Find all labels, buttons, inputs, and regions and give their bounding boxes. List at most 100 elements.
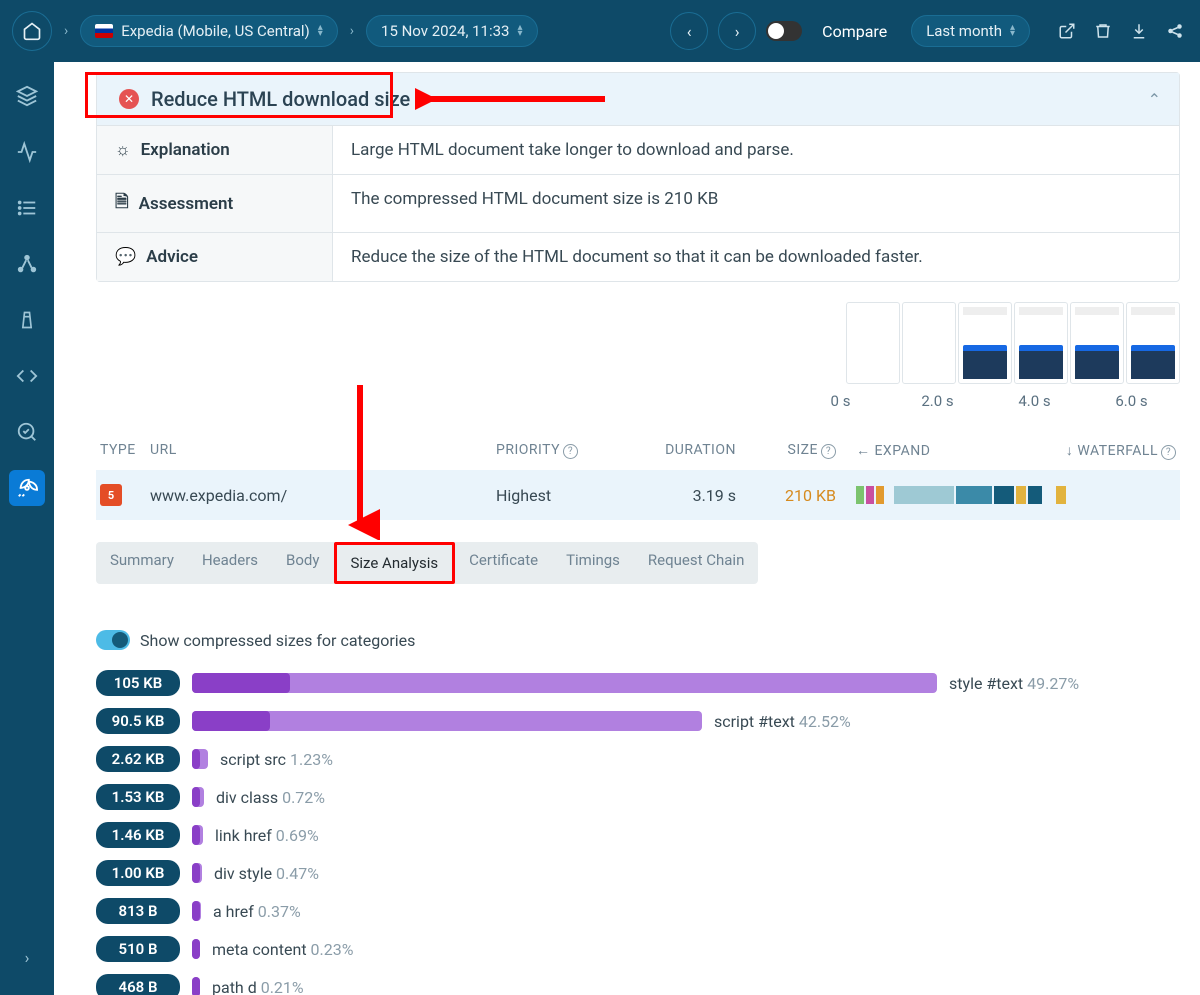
- tab-body[interactable]: Body: [272, 542, 333, 584]
- size-bar: [192, 787, 204, 807]
- request-priority: Highest: [496, 486, 616, 505]
- filmstrip-frame[interactable]: [1126, 302, 1180, 384]
- size-value: 2.62 KB: [96, 746, 180, 772]
- compressed-sizes-label: Show compressed sizes for categories: [140, 631, 415, 650]
- tab-size-analysis[interactable]: Size Analysis: [334, 542, 456, 584]
- filmstrip-frame[interactable]: [902, 302, 956, 384]
- audit-title: Reduce HTML download size: [151, 87, 410, 111]
- size-bar: [192, 749, 208, 769]
- sidebar: ›: [0, 62, 54, 995]
- nav-network[interactable]: [9, 246, 45, 282]
- filmstrip: [96, 302, 1180, 384]
- nav-vitals[interactable]: [9, 134, 45, 170]
- tab-headers[interactable]: Headers: [188, 542, 272, 584]
- request-url: www.expedia.com/: [150, 486, 496, 505]
- period-selector[interactable]: Last month ▴▾: [911, 15, 1030, 47]
- expand-button[interactable]: ← EXPAND: [856, 442, 930, 460]
- size-row: 1.46 KBlink href 0.69%: [96, 822, 1180, 848]
- size-bar: [192, 977, 200, 995]
- breadcrumb-chevron: ›: [62, 23, 70, 39]
- filmstrip-frame[interactable]: [1070, 302, 1124, 384]
- size-row: 1.00 KB div style 0.47%: [96, 860, 1180, 886]
- share-icon: [1166, 22, 1184, 40]
- share-button[interactable]: [1162, 18, 1188, 44]
- clipboard-icon: 🗎: [115, 189, 129, 218]
- size-category: a href 0.37%: [213, 902, 301, 921]
- size-bar: [192, 901, 201, 921]
- tab-summary[interactable]: Summary: [96, 542, 188, 584]
- rocket-icon: [16, 477, 38, 499]
- home-icon: [22, 21, 42, 41]
- compare-label: Compare: [822, 22, 887, 41]
- size-analysis-chart: 105 KBstyle #text 49.27%90.5 KBscript #t…: [96, 670, 1180, 995]
- explanation-value: Large HTML document take longer to downl…: [332, 126, 1179, 174]
- period-label: Last month: [926, 22, 1002, 40]
- prev-button[interactable]: ‹: [670, 12, 708, 50]
- sidebar-collapse[interactable]: ›: [9, 939, 45, 975]
- filmstrip-frame[interactable]: [958, 302, 1012, 384]
- size-category: div style 0.47%: [214, 864, 319, 883]
- home-button[interactable]: [12, 11, 52, 51]
- row-explanation: ☼Explanation Large HTML document take lo…: [97, 126, 1179, 175]
- col-url: URL: [150, 442, 496, 460]
- size-bar: [192, 673, 937, 693]
- filmstrip-frame[interactable]: [1014, 302, 1068, 384]
- help-icon[interactable]: ?: [821, 444, 836, 459]
- size-category: div class 0.72%: [216, 788, 325, 807]
- audit-header[interactable]: ✕ Reduce HTML download size ⌃: [97, 73, 1179, 125]
- nav-optimize[interactable]: [9, 470, 45, 506]
- size-category: style #text 49.27%: [949, 674, 1079, 693]
- tab-timings[interactable]: Timings: [552, 542, 634, 584]
- nav-list[interactable]: [9, 190, 45, 226]
- lightbulb-icon: ☼: [115, 140, 131, 160]
- compressed-sizes-toggle[interactable]: [96, 630, 130, 650]
- filmstrip-frame[interactable]: [846, 302, 900, 384]
- size-value: 1.53 KB: [96, 784, 180, 810]
- size-category: meta content 0.23%: [212, 940, 353, 959]
- timestamp-selector[interactable]: 15 Nov 2024, 11:33 ▴▾: [366, 15, 538, 47]
- size-value: 1.00 KB: [96, 860, 180, 886]
- tab-request-chain[interactable]: Request Chain: [634, 542, 758, 584]
- request-row[interactable]: 5 www.expedia.com/ Highest 3.19 s 210 KB: [96, 470, 1180, 520]
- open-external-button[interactable]: [1054, 18, 1080, 44]
- help-icon[interactable]: ?: [563, 444, 578, 459]
- list-icon: [16, 197, 38, 219]
- assessment-value: The compressed HTML document size is 210…: [332, 175, 1179, 232]
- col-duration: DURATION: [616, 442, 736, 460]
- audit-detail-table: ☼Explanation Large HTML document take lo…: [97, 125, 1179, 281]
- delete-button[interactable]: [1090, 18, 1116, 44]
- nav-search[interactable]: [9, 414, 45, 450]
- updown-icon: ▴▾: [517, 25, 522, 37]
- audit-panel: ✕ Reduce HTML download size ⌃ ☼Explanati…: [96, 72, 1180, 282]
- tab-certificate[interactable]: Certificate: [455, 542, 552, 584]
- size-row: 510 B meta content 0.23%: [96, 936, 1180, 962]
- request-duration: 3.19 s: [616, 486, 736, 505]
- compare-toggle[interactable]: [766, 21, 802, 41]
- help-icon[interactable]: ?: [1161, 445, 1176, 460]
- nav-code[interactable]: [9, 358, 45, 394]
- size-row: 1.53 KB div class 0.72%: [96, 784, 1180, 810]
- size-bar: [192, 863, 202, 883]
- chevron-right-icon: ›: [25, 948, 30, 967]
- chevron-up-icon: ⌃: [1148, 90, 1161, 109]
- timestamp-label: 15 Nov 2024, 11:33: [381, 22, 509, 40]
- size-bar: [192, 939, 200, 959]
- breadcrumb-chevron: ›: [348, 23, 356, 39]
- row-assessment: 🗎Assessment The compressed HTML document…: [97, 175, 1179, 233]
- nav-lighthouse[interactable]: [9, 302, 45, 338]
- html5-icon: 5: [100, 484, 122, 506]
- main-content: ✕ Reduce HTML download size ⌃ ☼Explanati…: [54, 62, 1200, 995]
- next-button[interactable]: ›: [718, 12, 756, 50]
- download-button[interactable]: [1126, 18, 1152, 44]
- annotation-arrow: [415, 84, 615, 114]
- timeline-axis: 0 s 2.0 s 4.0 s 6.0 s: [96, 392, 1180, 410]
- site-selector[interactable]: Expedia (Mobile, US Central) ▴▾: [80, 15, 338, 47]
- size-value: 510 B: [96, 936, 180, 962]
- layers-icon: [16, 85, 38, 107]
- size-category: script src 1.23%: [220, 750, 333, 769]
- detail-tabs: Summary Headers Body Size Analysis Certi…: [96, 542, 758, 584]
- size-category: path d 0.21%: [212, 978, 304, 995]
- topbar: › Expedia (Mobile, US Central) ▴▾ › 15 N…: [0, 0, 1200, 62]
- compress-toggle-row: Show compressed sizes for categories: [96, 630, 1180, 650]
- nav-overview[interactable]: [9, 78, 45, 114]
